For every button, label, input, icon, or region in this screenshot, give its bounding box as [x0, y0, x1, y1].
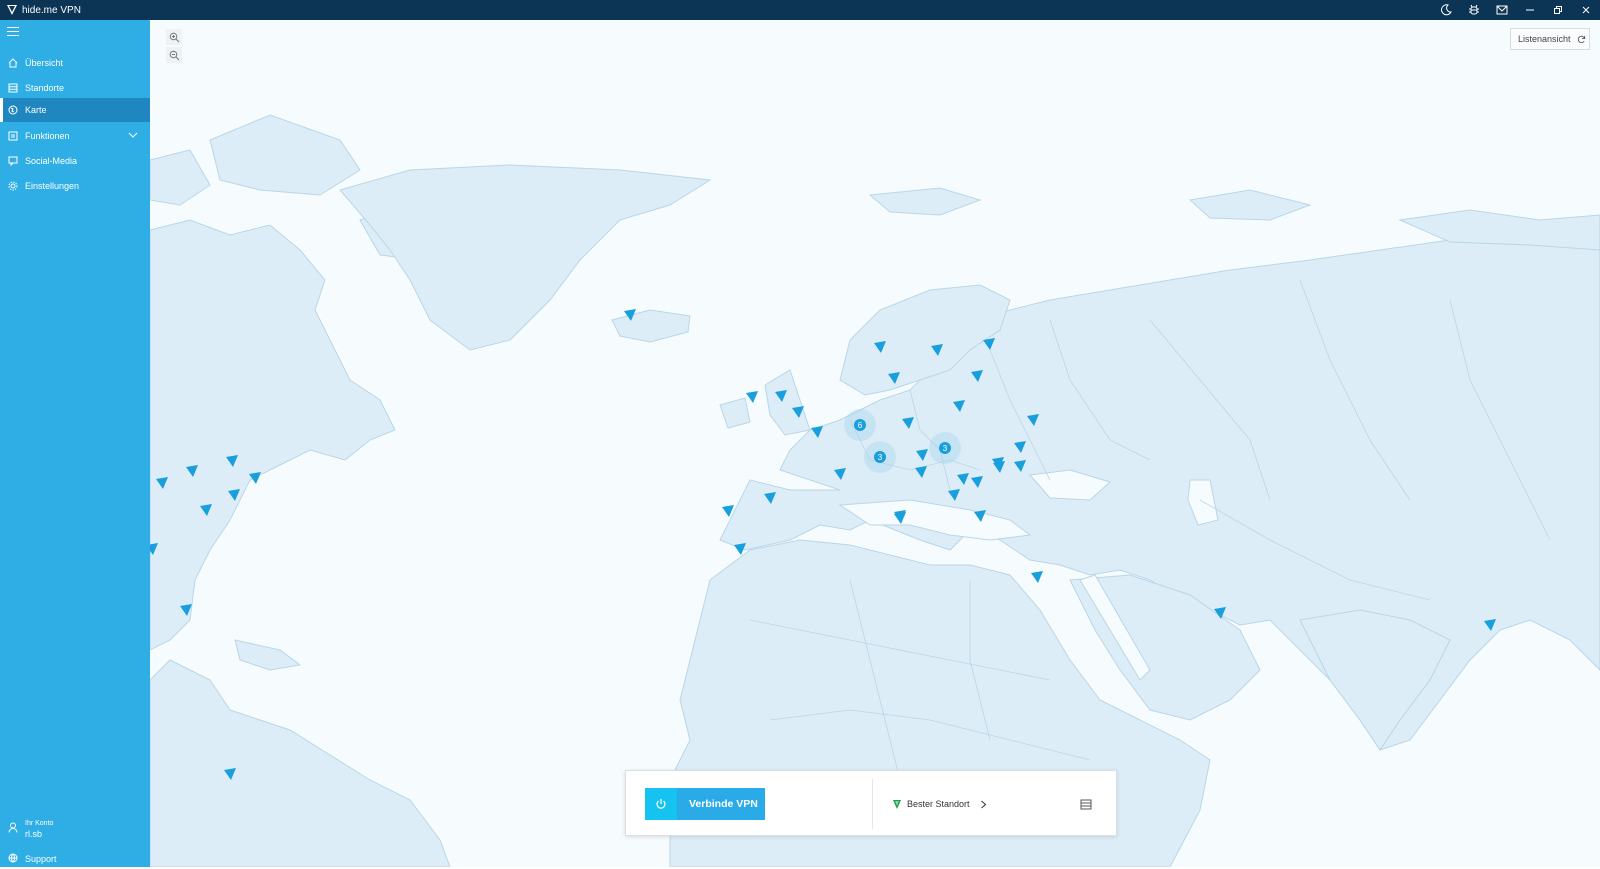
title-bar: hide.me VPN — [0, 0, 1600, 20]
server-marker-icon[interactable] — [1014, 441, 1026, 453]
server-marker-icon[interactable] — [931, 344, 943, 356]
shield-check-icon — [893, 799, 901, 809]
sidebar-item-overview[interactable]: Übersicht — [0, 51, 150, 75]
server-marker-icon[interactable] — [971, 370, 983, 382]
panel-divider — [872, 779, 873, 829]
cluster-count: 6 — [858, 421, 863, 430]
features-icon — [8, 131, 18, 141]
server-marker-icon[interactable] — [228, 489, 240, 501]
server-marker-layer: 6 3 3 — [150, 20, 1600, 867]
server-marker-icon[interactable] — [874, 341, 886, 353]
server-marker-icon[interactable] — [722, 505, 734, 517]
chat-icon — [8, 156, 18, 166]
server-marker-icon[interactable] — [734, 543, 746, 555]
server-marker-icon[interactable] — [948, 489, 960, 501]
app-title: hide.me VPN — [22, 4, 81, 16]
sidebar-item-label: Social-Media — [25, 156, 78, 166]
server-marker-icon[interactable] — [200, 504, 212, 516]
server-marker-icon[interactable] — [1014, 460, 1026, 472]
server-cluster[interactable]: 6 — [844, 409, 876, 441]
server-marker-icon[interactable] — [1214, 607, 1226, 619]
server-cluster[interactable]: 3 — [864, 441, 896, 473]
support-link[interactable]: Support — [0, 849, 150, 869]
server-marker-icon[interactable] — [226, 455, 238, 467]
server-marker-icon[interactable] — [983, 338, 995, 350]
bug-icon[interactable] — [1460, 0, 1488, 20]
sidebar: Übersicht Standorte Karte Funktionen Soc… — [0, 20, 150, 867]
server-marker-icon[interactable] — [915, 466, 927, 478]
hamburger-menu-icon[interactable] — [7, 27, 19, 37]
chevron-right-icon — [980, 800, 986, 808]
server-marker-icon[interactable] — [957, 473, 969, 485]
support-globe-icon — [8, 853, 18, 865]
sidebar-item-label: Einstellungen — [25, 181, 80, 191]
server-marker-icon[interactable] — [902, 417, 914, 429]
server-marker-icon[interactable] — [1031, 571, 1043, 583]
server-marker-icon[interactable] — [811, 426, 823, 438]
server-markers: 6 3 3 — [150, 309, 1496, 780]
server-marker-icon[interactable] — [916, 449, 928, 461]
moon-icon[interactable] — [1432, 0, 1460, 20]
best-location-selector[interactable]: Bester Standort — [892, 795, 987, 813]
server-marker-icon[interactable] — [746, 391, 758, 403]
restore-icon[interactable] — [1544, 0, 1572, 20]
server-cluster[interactable]: 3 — [929, 432, 961, 464]
mail-icon[interactable] — [1488, 0, 1516, 20]
server-marker-icon[interactable] — [993, 461, 1005, 473]
chevron-down-icon[interactable] — [128, 130, 138, 140]
support-label: Support — [25, 854, 57, 864]
server-marker-icon[interactable] — [792, 406, 804, 418]
server-marker-icon[interactable] — [180, 604, 192, 616]
server-marker-icon[interactable] — [834, 468, 846, 480]
server-list-icon[interactable] — [1080, 797, 1094, 811]
sidebar-item-label: Funktionen — [25, 131, 70, 141]
server-marker-icon[interactable] — [764, 492, 776, 504]
hide-me-logo-icon — [7, 5, 17, 15]
connect-vpn-button[interactable]: Verbinde VPN — [645, 788, 765, 820]
list-icon — [8, 83, 18, 93]
sidebar-item-label: Standorte — [25, 83, 65, 93]
world-map[interactable]: Listenansicht 633 Verbinde VPN Bester St… — [150, 20, 1600, 867]
cluster-count: 3 — [878, 453, 883, 462]
power-icon — [645, 788, 677, 820]
best-location-label: Bester Standort — [907, 799, 970, 809]
sidebar-item-label: Karte — [25, 105, 47, 115]
server-marker-icon[interactable] — [974, 510, 986, 522]
server-marker-icon[interactable] — [971, 476, 983, 488]
user-icon — [8, 820, 18, 838]
server-marker-icon[interactable] — [249, 472, 261, 484]
sidebar-item-map[interactable]: Karte — [0, 98, 150, 122]
gear-icon — [8, 181, 18, 191]
sidebar-item-locations[interactable]: Standorte — [0, 76, 150, 100]
server-marker-icon[interactable] — [894, 512, 906, 524]
sidebar-item-settings[interactable]: Einstellungen — [0, 174, 150, 198]
connect-vpn-label: Verbinde VPN — [689, 798, 758, 810]
minimize-icon[interactable] — [1516, 0, 1544, 20]
sidebar-item-label: Übersicht — [25, 58, 64, 68]
server-marker-icon[interactable] — [224, 768, 236, 780]
connect-panel: Verbinde VPN Bester Standort — [625, 770, 1117, 836]
server-marker-icon[interactable] — [186, 465, 198, 477]
server-marker-icon[interactable] — [156, 477, 168, 489]
home-icon — [8, 58, 18, 68]
globe-icon — [8, 105, 18, 115]
server-marker-icon[interactable] — [1027, 414, 1039, 426]
server-marker-icon[interactable] — [624, 309, 636, 321]
server-marker-icon[interactable] — [1484, 619, 1496, 631]
sidebar-item-features[interactable]: Funktionen — [0, 124, 150, 148]
account-link[interactable]: Ihr Konto rl.sb — [0, 815, 150, 843]
sidebar-item-social-media[interactable]: Social-Media — [0, 149, 150, 173]
server-marker-icon[interactable] — [775, 390, 787, 402]
close-icon[interactable] — [1572, 0, 1600, 20]
server-marker-icon[interactable] — [150, 543, 158, 555]
account-label: Ihr Konto — [25, 819, 54, 827]
server-marker-icon[interactable] — [953, 400, 965, 412]
account-username: rl.sb — [25, 828, 43, 839]
server-marker-icon[interactable] — [888, 372, 900, 384]
cluster-count: 3 — [943, 444, 948, 453]
